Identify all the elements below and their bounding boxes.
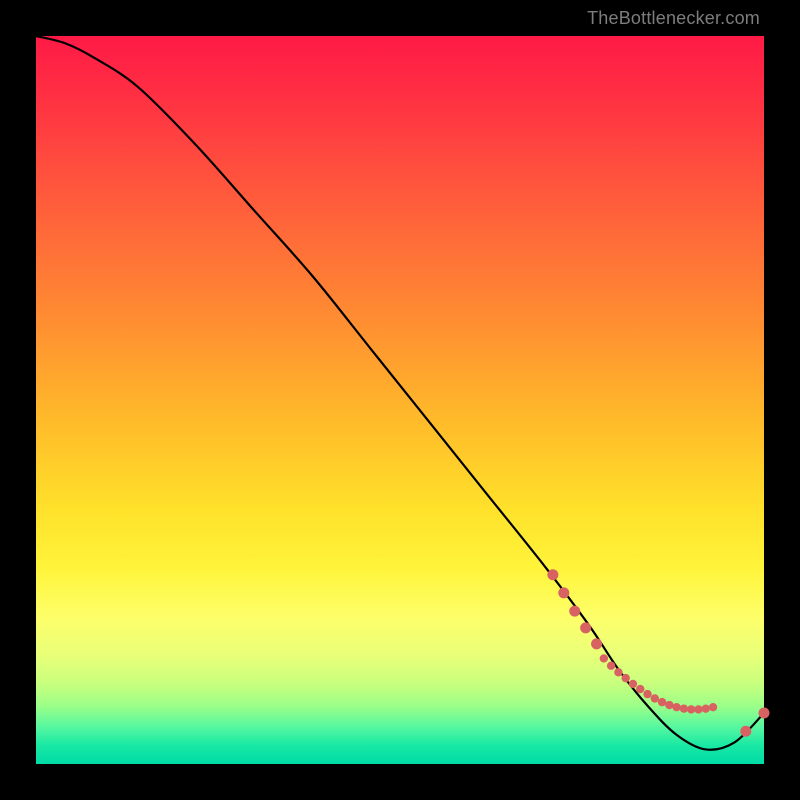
marker-dot (651, 694, 659, 702)
marker-dot (569, 606, 580, 617)
chart-frame: TheBottlenecker.com (0, 0, 800, 800)
marker-dot (672, 703, 680, 711)
marker-dot (636, 685, 644, 693)
marker-dot (658, 698, 666, 706)
curve-line (36, 36, 764, 750)
marker-dot (702, 704, 710, 712)
marker-dot (547, 569, 558, 580)
markers-dense (600, 654, 718, 713)
marker-dot (629, 680, 637, 688)
marker-dot (607, 662, 615, 670)
marker-dot (709, 703, 717, 711)
marker-dot (643, 690, 651, 698)
marker-dot (621, 674, 629, 682)
marker-dot (580, 622, 591, 633)
marker-dot (759, 708, 770, 719)
plot-area (36, 36, 764, 764)
attribution-text: TheBottlenecker.com (587, 8, 760, 29)
marker-dot (687, 705, 695, 713)
marker-dot (665, 701, 673, 709)
markers-sparse (547, 569, 769, 737)
marker-dot (558, 587, 569, 598)
marker-dot (600, 654, 608, 662)
marker-dot (614, 668, 622, 676)
marker-dot (591, 638, 602, 649)
marker-dot (694, 705, 702, 713)
marker-dot (680, 704, 688, 712)
marker-dot (740, 726, 751, 737)
chart-svg (36, 36, 764, 764)
